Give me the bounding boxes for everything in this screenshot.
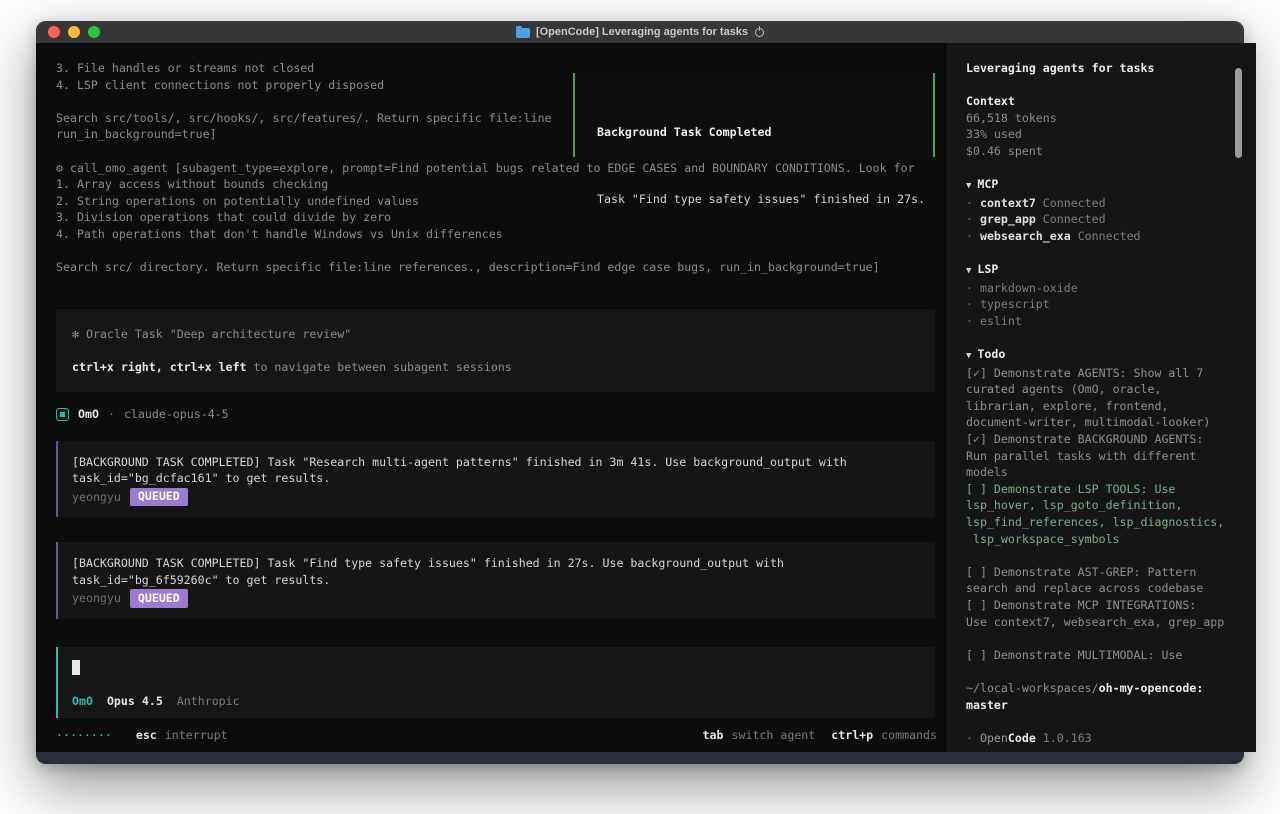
todo-pending-items: [ ] Demonstrate AST-GREP: Pattern search… <box>966 564 1238 630</box>
queued-badge: QUEUED <box>130 488 188 507</box>
terminal-window: [OpenCode] Leveraging agents for tasks 3… <box>36 21 1244 764</box>
bullet-icon: · <box>966 731 973 745</box>
lsp-item: · markdown-oxide <box>966 280 1238 297</box>
message-user: yeongyu <box>72 590 121 607</box>
window-title: [OpenCode] Leveraging agents for tasks <box>36 26 1244 38</box>
active-model-label: Opus 4.5 <box>107 693 163 710</box>
context-tokens: 66,518 tokens <box>966 110 1238 127</box>
statusbar: ········ esc interrupt tab switch agent … <box>36 718 945 752</box>
provider-label: Anthropic <box>177 693 240 710</box>
prompt-input[interactable]: OmO Opus 4.5 Anthropic <box>56 647 935 718</box>
message-text: [BACKGROUND TASK COMPLETED] Task "Resear… <box>72 454 921 487</box>
bullet-icon: · <box>966 297 973 311</box>
git-branch: master <box>966 697 1238 714</box>
chevron-down-icon: ▼ <box>966 266 971 276</box>
window-bottom-edge <box>36 752 1244 764</box>
context-section: Context 66,518 tokens 33% used $0.46 spe… <box>966 93 1238 159</box>
oracle-task-line: ✻ Oracle Task "Deep architecture review" <box>72 326 919 343</box>
todo-section-header[interactable]: ▼Todo <box>966 346 1238 365</box>
text-cursor <box>72 660 80 675</box>
bullet-icon: · <box>966 281 973 295</box>
bullet-icon: · <box>966 229 973 243</box>
workspace-path-prefix: ~/local-workspaces/ <box>966 681 1099 695</box>
chevron-down-icon: ▼ <box>966 181 971 191</box>
oracle-task-box: ✻ Oracle Task "Deep architecture review"… <box>56 309 935 392</box>
oracle-task-icon: ✻ <box>72 327 79 341</box>
nav-keybinding: ctrl+x right, ctrl+x left <box>72 360 247 374</box>
bullet-icon: · <box>966 314 973 328</box>
session-title: Leveraging agents for tasks <box>966 60 1238 77</box>
folder-icon <box>516 28 530 38</box>
spinner-dots-icon: ········ <box>56 727 112 744</box>
context-header: Context <box>966 93 1238 110</box>
todo-active-item: [ ] Demonstrate LSP TOOLS: Use lsp_hover… <box>966 481 1238 547</box>
active-agent-label: OmO <box>72 693 93 710</box>
agent-model: claude-opus-4-5 <box>124 406 229 423</box>
power-icon <box>755 28 764 37</box>
toast-title: Background Task Completed <box>597 124 931 141</box>
lsp-section: ▼LSP · markdown-oxide · typescript · esl… <box>966 261 1238 329</box>
agent-name: OmO <box>78 406 99 423</box>
queued-badge: QUEUED <box>130 589 188 608</box>
queued-message: [BACKGROUND TASK COMPLETED] Task "Resear… <box>56 441 935 518</box>
agent-checkbox-icon <box>56 408 69 421</box>
workspace-repo: oh-my-opencode: <box>1099 681 1204 695</box>
separator-dot: · <box>108 406 115 423</box>
window-title-text: [OpenCode] Leveraging agents for tasks <box>536 26 748 38</box>
agent-session-header: OmO · claude-opus-4-5 <box>56 406 935 423</box>
esc-keyhint: esc <box>136 727 157 744</box>
titlebar[interactable]: [OpenCode] Leveraging agents for tasks <box>36 21 1244 43</box>
app-version: · OpenCode 1.0.163 <box>966 730 1238 747</box>
bullet-icon: · <box>966 212 973 226</box>
session-sidebar: Leveraging agents for tasks Context 66,5… <box>945 43 1256 752</box>
mcp-section: ▼MCP · context7 Connected · grep_app Con… <box>966 176 1238 244</box>
message-user: yeongyu <box>72 489 121 506</box>
chevron-down-icon: ▼ <box>966 351 971 361</box>
todo-pending-item: [ ] Demonstrate MULTIMODAL: Use <box>966 647 1238 664</box>
todo-done-items: [✓] Demonstrate AGENTS: Show all 7 curat… <box>966 365 1238 481</box>
background-task-toast: Background Task Completed Task "Find typ… <box>573 73 935 157</box>
toast-body: Task "Find type safety issues" finished … <box>597 191 931 208</box>
context-spent: $0.46 spent <box>966 143 1238 160</box>
workspace-path: ~/local-workspaces/oh-my-opencode: maste… <box>966 680 1238 713</box>
bullet-icon: · <box>966 196 973 210</box>
lsp-section-header[interactable]: ▼LSP <box>966 261 1238 280</box>
subagent-nav-hint: ctrl+x right, ctrl+x left to navigate be… <box>72 359 919 376</box>
tab-keyhint: tab <box>703 727 724 744</box>
context-used: 33% used <box>966 126 1238 143</box>
todo-section: ▼Todo [✓] Demonstrate AGENTS: Show all 7… <box>966 346 1238 663</box>
mcp-item: · websearch_exa Connected <box>966 228 1238 245</box>
lsp-item: · typescript <box>966 296 1238 313</box>
message-text: [BACKGROUND TASK COMPLETED] Task "Find t… <box>72 555 921 588</box>
mcp-item: · grep_app Connected <box>966 211 1238 228</box>
mcp-item: · context7 Connected <box>966 195 1238 212</box>
ctrlp-keyhint: ctrl+p <box>831 727 873 744</box>
mcp-section-header[interactable]: ▼MCP <box>966 176 1238 195</box>
sidebar-scrollbar-thumb[interactable] <box>1235 68 1242 158</box>
lsp-item: · eslint <box>966 313 1238 330</box>
queued-message: [BACKGROUND TASK COMPLETED] Task "Find t… <box>56 542 935 619</box>
